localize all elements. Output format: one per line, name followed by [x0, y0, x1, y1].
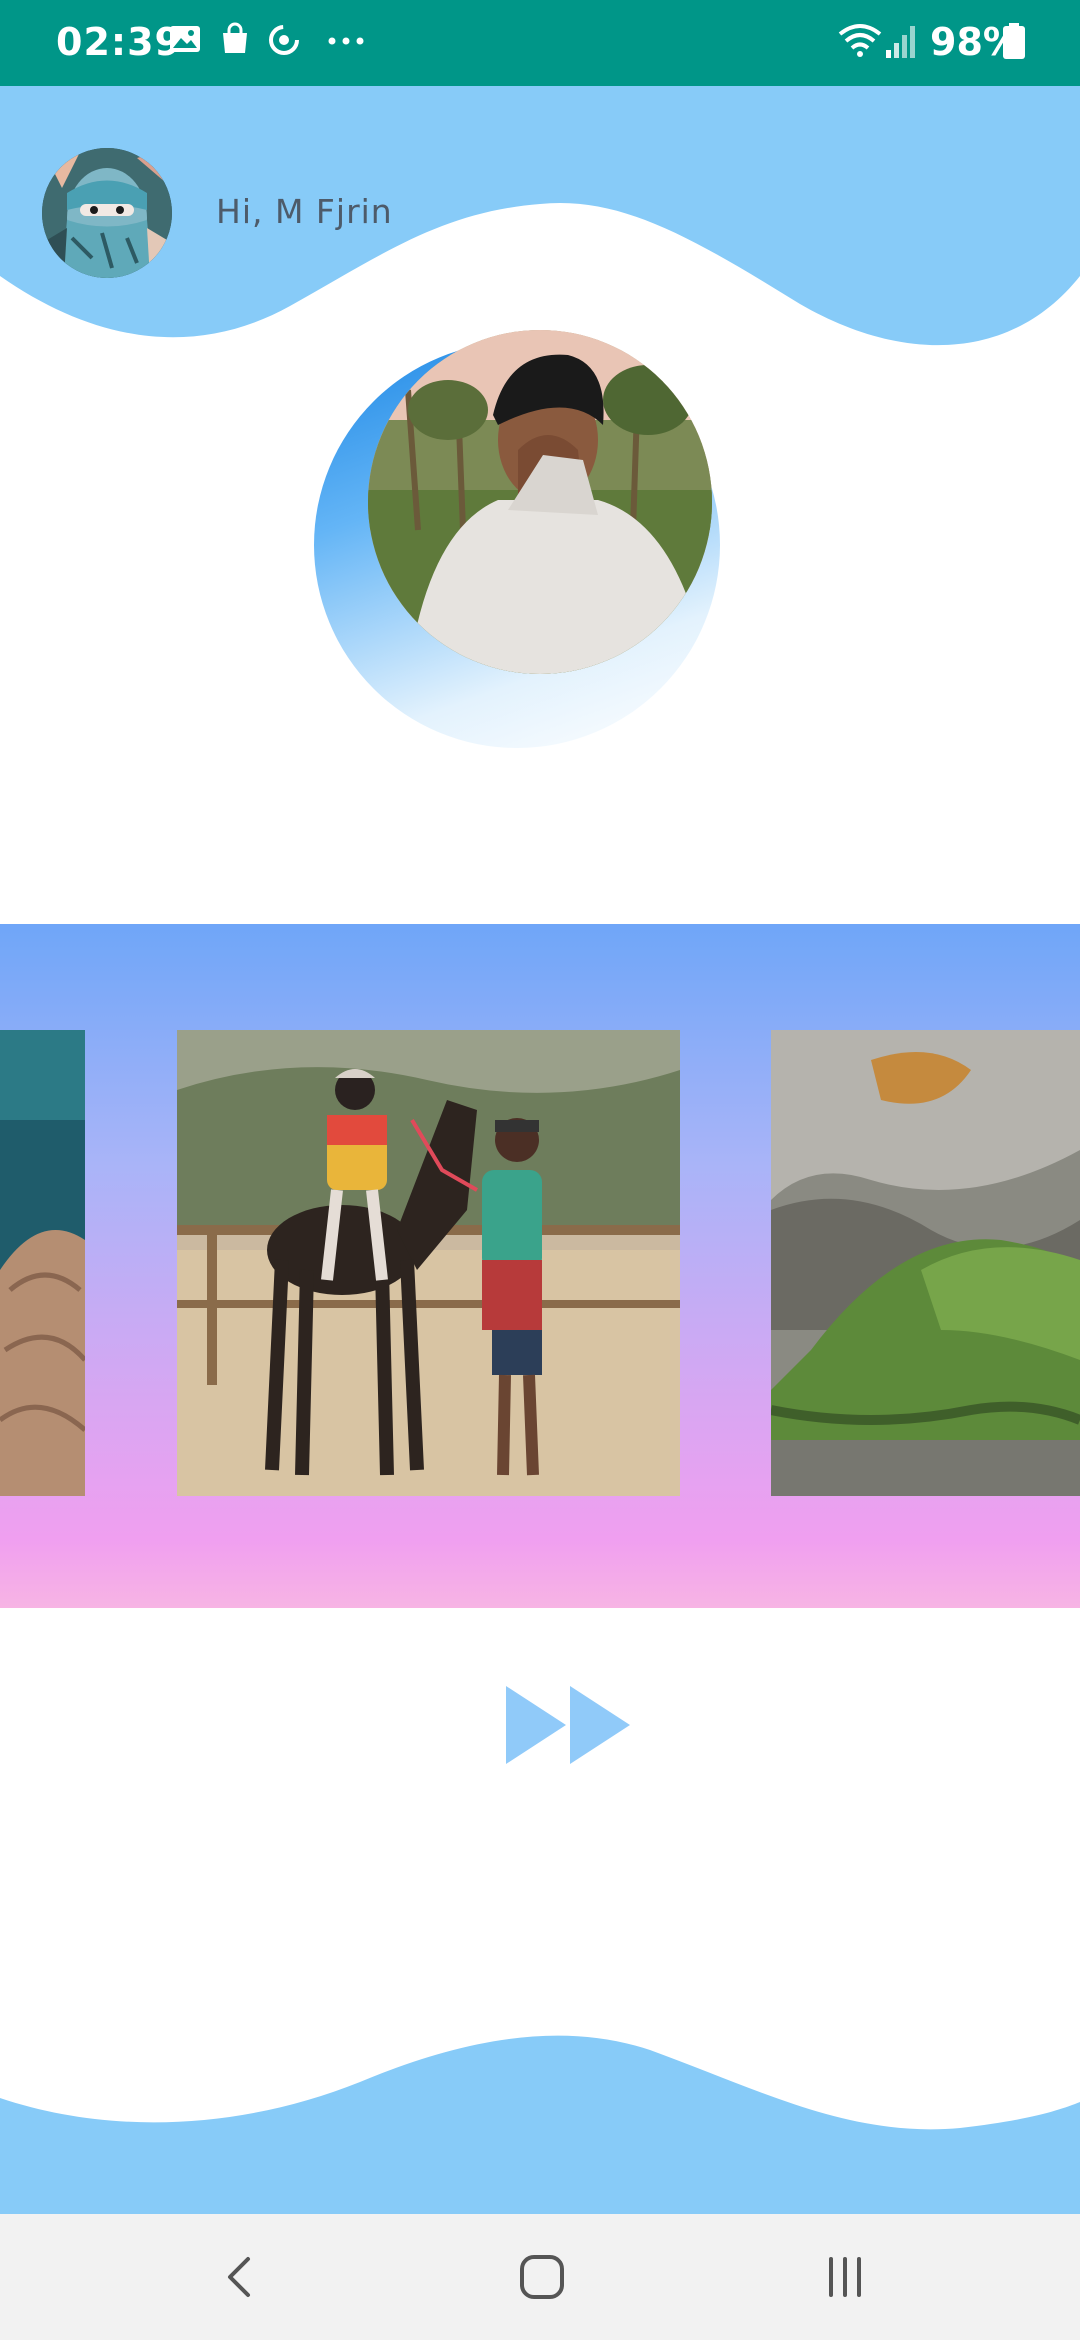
status-bar: 02:39 98%	[0, 0, 1080, 86]
more-icon	[328, 37, 364, 45]
navigation-bar	[0, 2214, 1080, 2340]
shopping-bag-icon	[223, 22, 247, 53]
horse-rider-photo	[177, 1030, 680, 1496]
footer-wave	[0, 2035, 1080, 2214]
carousel-slide-next[interactable]	[771, 1030, 1080, 1496]
image-carousel[interactable]	[0, 924, 1080, 1608]
user-avatar[interactable]	[42, 148, 172, 278]
fast-forward-icon[interactable]	[500, 1680, 640, 1770]
battery-icon	[1003, 23, 1025, 59]
greeting-text: Hi, M Fjrin	[216, 192, 393, 231]
status-time: 02:39	[56, 20, 182, 64]
sync-icon	[269, 25, 299, 55]
image-icon	[170, 26, 200, 52]
wifi-icon	[838, 24, 882, 57]
masked-person-avatar-icon	[42, 148, 172, 278]
carousel-slide-current[interactable]	[177, 1030, 680, 1496]
back-icon[interactable]	[210, 2247, 270, 2307]
crater-landscape-photo	[771, 1030, 1080, 1496]
coast-rock-photo	[0, 1030, 85, 1496]
carousel-slide-prev[interactable]	[0, 1030, 85, 1496]
home-icon[interactable]	[512, 2247, 572, 2307]
profile-photo[interactable]	[368, 330, 712, 674]
signal-icon	[886, 26, 915, 58]
recent-apps-icon[interactable]	[815, 2247, 875, 2307]
profile-photo-image	[368, 330, 712, 674]
